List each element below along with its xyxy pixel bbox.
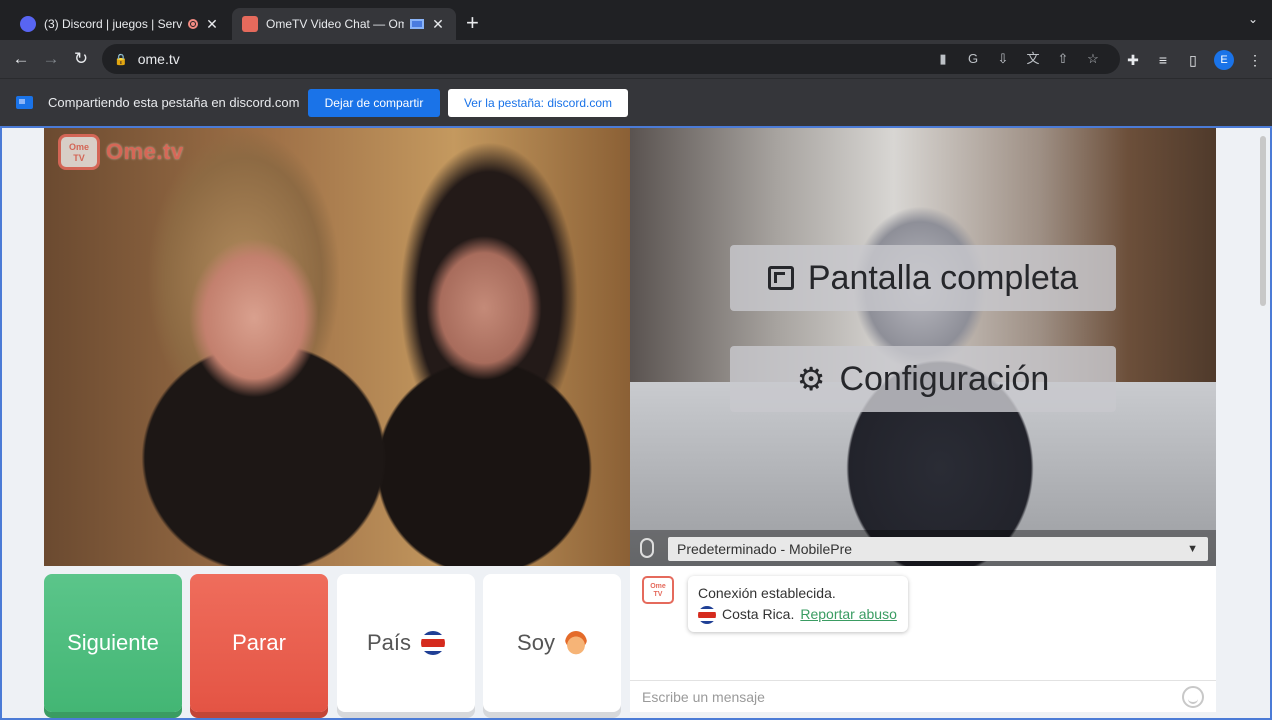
chat-panel: Ome TV Conexión establecida. Costa Rica.… xyxy=(630,566,1216,712)
back-icon[interactable]: ← xyxy=(6,49,36,69)
tab-title: (3) Discord | juegos | Servi xyxy=(44,17,182,31)
discord-icon xyxy=(20,16,36,32)
translate-icon[interactable]: 文 xyxy=(1024,51,1042,67)
report-abuse-link[interactable]: Reportar abuso xyxy=(800,604,897,625)
reload-icon[interactable]: ↻ xyxy=(66,49,96,69)
sharing-infobar: Compartiendo esta pestaña en discord.com… xyxy=(0,78,1272,126)
scrollbar[interactable] xyxy=(1260,136,1266,306)
emoji-icon[interactable] xyxy=(1182,686,1204,708)
local-video: Pantalla completa ⚙ Configuración Predet… xyxy=(630,128,1216,566)
profile-avatar[interactable]: E xyxy=(1214,50,1234,70)
tab-ometv[interactable]: OmeTV Video Chat — Ome ✕ xyxy=(232,8,456,40)
stop-label: Parar xyxy=(232,630,286,655)
install-icon[interactable]: ⇩ xyxy=(994,51,1012,67)
system-message: Conexión establecida. Costa Rica. Report… xyxy=(688,576,908,632)
microphone-value: Predeterminado - MobilePre xyxy=(677,541,853,557)
costa-rica-flag-icon xyxy=(421,631,446,655)
tab-strip: (3) Discord | juegos | Servi ✕ OmeTV Vid… xyxy=(0,0,1272,40)
sharing-message: Compartiendo esta pestaña en discord.com xyxy=(48,95,300,110)
stop-button[interactable]: Parar xyxy=(190,574,328,712)
share-icon[interactable]: ⇧ xyxy=(1054,51,1072,67)
chat-logo-line2: TV xyxy=(653,591,663,598)
ometv-chat-icon: Ome TV xyxy=(642,576,674,604)
recording-icon xyxy=(188,19,198,29)
ometv-tab-icon xyxy=(242,16,258,32)
microphone-bar: Predeterminado - MobilePre ▼ xyxy=(630,530,1216,566)
costa-rica-flag-icon xyxy=(698,605,716,624)
camera-icon[interactable]: ▮ xyxy=(934,51,952,67)
message-placeholder: Escribe un mensaje xyxy=(642,689,765,705)
screen-share-icon xyxy=(16,96,33,109)
side-panel-icon[interactable]: ▯ xyxy=(1184,52,1202,69)
browser-toolbar: ← → ↻ 🔒 ome.tv ▮ G ⇩ 文 ⇧ ☆ ✚ ≡ ▯ E ⋮ xyxy=(0,40,1272,78)
view-tab-button[interactable]: Ver la pestaña: discord.com xyxy=(448,89,628,117)
ometv-logo: Ome TV Ome.tv xyxy=(58,134,184,170)
bookmark-star-icon[interactable]: ☆ xyxy=(1084,51,1102,67)
menu-icon[interactable]: ⋮ xyxy=(1246,52,1264,69)
chat-logo-line1: Ome xyxy=(650,583,666,590)
country-button[interactable]: País xyxy=(337,574,475,712)
close-tab-icon[interactable]: ✕ xyxy=(430,16,446,33)
next-button[interactable]: Siguiente xyxy=(44,574,182,712)
microphone-select[interactable]: Predeterminado - MobilePre ▼ xyxy=(668,537,1208,561)
stop-sharing-button[interactable]: Dejar de compartir xyxy=(308,89,440,117)
logo-badge-line2: TV xyxy=(73,153,85,163)
new-tab-button[interactable]: + xyxy=(466,11,479,35)
boy-avatar-icon xyxy=(564,631,587,655)
chevron-down-icon[interactable]: ⌄ xyxy=(1248,12,1258,26)
settings-label: Configuración xyxy=(839,359,1050,398)
url-text[interactable]: ome.tv xyxy=(138,51,180,67)
lock-icon[interactable]: 🔒 xyxy=(114,53,128,66)
google-icon[interactable]: G xyxy=(964,51,982,67)
gear-icon: ⚙ xyxy=(796,361,826,397)
gender-button[interactable]: Soy xyxy=(483,574,621,712)
message-input[interactable]: Escribe un mensaje xyxy=(630,680,1216,712)
tab-title: OmeTV Video Chat — Ome xyxy=(266,17,404,31)
connection-status: Conexión establecida. xyxy=(698,585,836,601)
caret-down-icon: ▼ xyxy=(1187,543,1198,555)
tab-discord[interactable]: (3) Discord | juegos | Servi ✕ xyxy=(10,8,230,40)
tv-icon: Ome TV xyxy=(58,134,100,170)
microphone-icon xyxy=(640,538,654,558)
partner-country: Costa Rica. xyxy=(722,606,795,622)
fullscreen-button[interactable]: Pantalla completa xyxy=(730,245,1116,311)
media-control-icon[interactable]: ≡ xyxy=(1154,52,1172,68)
settings-button[interactable]: ⚙ Configuración xyxy=(730,346,1116,412)
fullscreen-icon xyxy=(767,266,794,290)
close-tab-icon[interactable]: ✕ xyxy=(204,16,220,33)
address-bar[interactable]: 🔒 ome.tv ▮ G ⇩ 文 ⇧ ☆ xyxy=(102,44,1120,74)
screen-share-icon xyxy=(410,19,424,29)
next-label: Siguiente xyxy=(67,630,159,655)
page-viewport: Ome TV Ome.tv Pantalla completa ⚙ Config… xyxy=(0,126,1272,720)
remote-video: Ome TV Ome.tv xyxy=(44,128,630,566)
fullscreen-label: Pantalla completa xyxy=(807,258,1079,297)
extensions-icon[interactable]: ✚ xyxy=(1124,52,1142,69)
forward-icon[interactable]: → xyxy=(36,49,66,69)
gender-label: Soy xyxy=(517,630,555,655)
country-label: País xyxy=(366,630,412,655)
logo-badge-line1: Ome xyxy=(68,142,89,152)
logo-text: Ome.tv xyxy=(106,139,184,164)
